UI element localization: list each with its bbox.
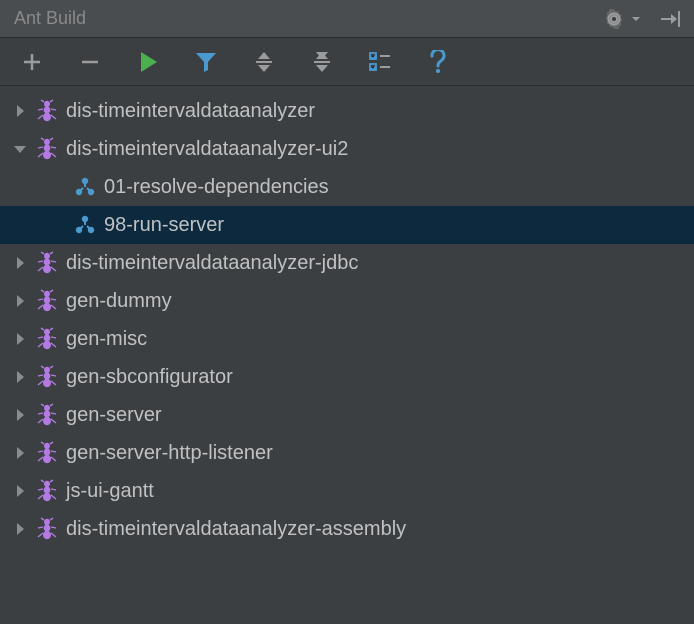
tree-item-label: gen-sbconfigurator (66, 366, 233, 389)
ant-icon (34, 98, 60, 124)
target-icon (72, 174, 98, 200)
tree-item-label: js-ui-gantt (66, 480, 154, 503)
ant-icon (34, 516, 60, 542)
ant-icon (34, 402, 60, 428)
tree-item-label: dis-timeintervaldataanalyzer-ui2 (66, 138, 348, 161)
tree-item-label: gen-misc (66, 328, 147, 351)
expand-arrow-icon[interactable] (6, 363, 34, 391)
expand-arrow-icon[interactable] (6, 515, 34, 543)
tree-item[interactable]: dis-timeintervaldataanalyzer (0, 92, 694, 130)
expand-arrow-icon[interactable] (6, 325, 34, 353)
tree-target-item[interactable]: 01-resolve-dependencies (0, 168, 694, 206)
tree-item[interactable]: gen-misc (0, 320, 694, 358)
tree-item-label: gen-dummy (66, 290, 172, 313)
expand-arrow-icon[interactable] (6, 135, 34, 163)
expand-arrow-icon[interactable] (6, 401, 34, 429)
tree-item[interactable]: gen-sbconfigurator (0, 358, 694, 396)
help-icon[interactable] (424, 48, 452, 76)
expand-arrow-icon[interactable] (6, 97, 34, 125)
tree-item-label: 01-resolve-dependencies (104, 176, 329, 199)
ant-icon (34, 136, 60, 162)
tree-item[interactable]: dis-timeintervaldataanalyzer-ui2 (0, 130, 694, 168)
expand-all-icon[interactable] (250, 48, 278, 76)
tree-item-label: dis-timeintervaldataanalyzer (66, 100, 315, 123)
tree-item-label: gen-server-http-listener (66, 442, 273, 465)
ant-build-tree[interactable]: dis-timeintervaldataanalyzer dis-timeinte… (0, 86, 694, 548)
tree-item-label: dis-timeintervaldataanalyzer-assembly (66, 518, 406, 541)
titlebar-actions (600, 5, 684, 33)
gear-icon[interactable] (600, 5, 628, 33)
ant-icon (34, 478, 60, 504)
expand-arrow-icon[interactable] (6, 477, 34, 505)
add-icon[interactable] (18, 48, 46, 76)
tree-item[interactable]: gen-dummy (0, 282, 694, 320)
gear-chevron-icon[interactable] (632, 15, 640, 23)
expand-arrow-icon[interactable] (6, 249, 34, 277)
tree-item[interactable]: dis-timeintervaldataanalyzer-jdbc (0, 244, 694, 282)
tree-item[interactable]: js-ui-gantt (0, 472, 694, 510)
ant-icon (34, 250, 60, 276)
tree-item[interactable]: gen-server (0, 396, 694, 434)
toolbar (0, 38, 694, 86)
expand-arrow-icon[interactable] (6, 287, 34, 315)
tree-item[interactable]: dis-timeintervaldataanalyzer-assembly (0, 510, 694, 548)
panel-title: Ant Build (14, 8, 86, 29)
hide-icon[interactable] (656, 5, 684, 33)
ant-icon (34, 440, 60, 466)
expand-arrow-icon[interactable] (6, 439, 34, 467)
ant-icon (34, 364, 60, 390)
titlebar: Ant Build (0, 0, 694, 38)
run-icon[interactable] (134, 48, 162, 76)
filter-icon[interactable] (192, 48, 220, 76)
target-icon (72, 212, 98, 238)
tree-item-label: dis-timeintervaldataanalyzer-jdbc (66, 252, 358, 275)
tree-item[interactable]: gen-server-http-listener (0, 434, 694, 472)
properties-icon[interactable] (366, 48, 394, 76)
tree-item-label: 98-run-server (104, 214, 224, 237)
ant-icon (34, 288, 60, 314)
remove-icon[interactable] (76, 48, 104, 76)
ant-icon (34, 326, 60, 352)
tree-target-item[interactable]: 98-run-server (0, 206, 694, 244)
collapse-all-icon[interactable] (308, 48, 336, 76)
tree-item-label: gen-server (66, 404, 162, 427)
